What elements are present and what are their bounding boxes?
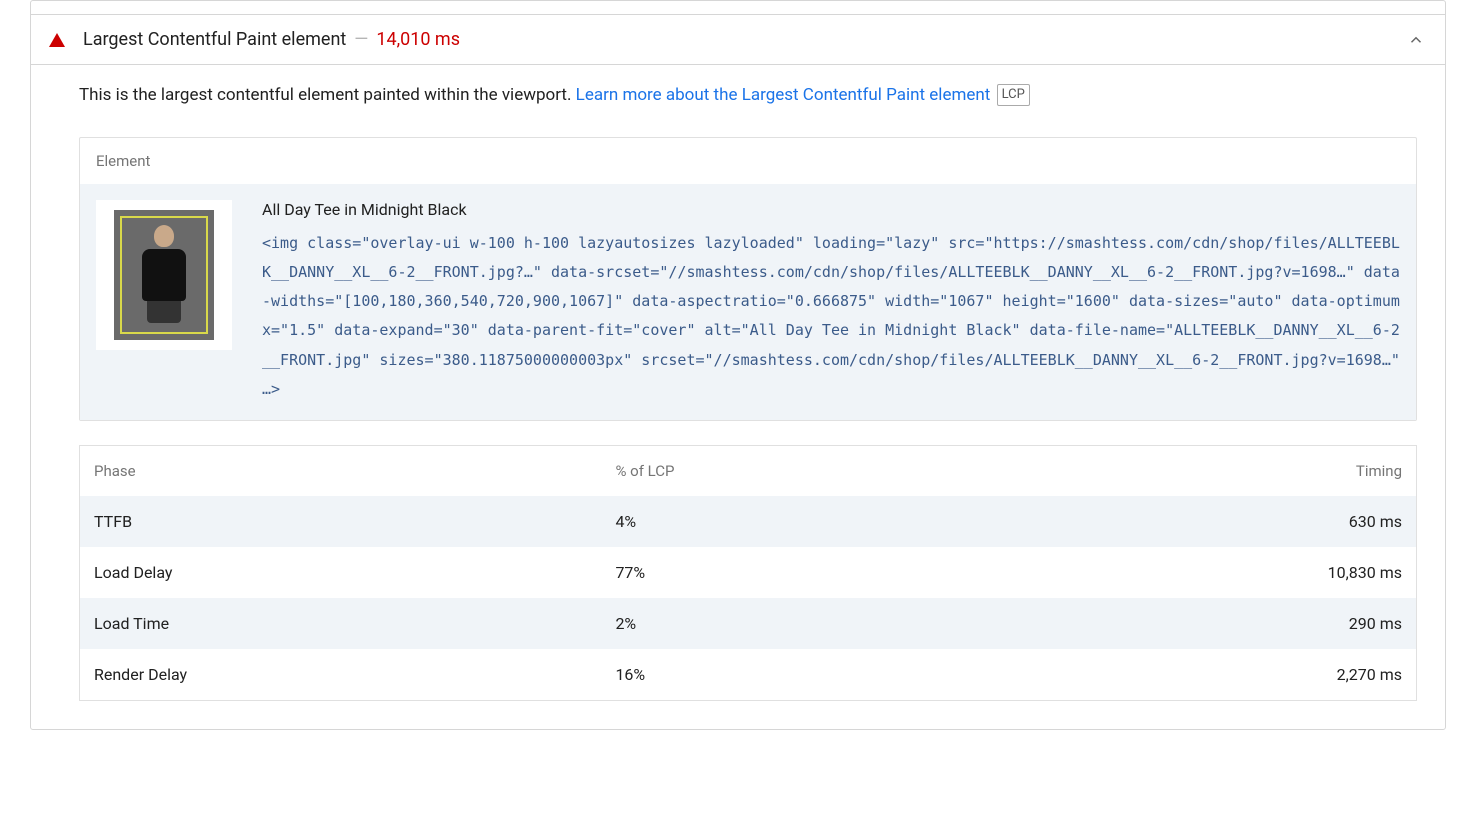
- col-pct: % of LCP: [601, 446, 975, 497]
- table-row: Load Delay 77% 10,830 ms: [80, 547, 1417, 598]
- phase-header-row: Phase % of LCP Timing: [80, 446, 1417, 497]
- description-text: This is the largest contentful element p…: [79, 85, 576, 105]
- audit-separator: —: [354, 29, 368, 50]
- element-snippet: <img class="overlay-ui w-100 h-100 lazya…: [262, 229, 1400, 405]
- table-row: Render Delay 16% 2,270 ms: [80, 649, 1417, 701]
- phase-name: Render Delay: [80, 649, 602, 701]
- thumbnail-person-icon: [139, 225, 189, 325]
- element-row[interactable]: All Day Tee in Midnight Black <img class…: [80, 184, 1416, 421]
- audit-title: Largest Contentful Paint element: [83, 29, 346, 50]
- chevron-up-icon[interactable]: [1407, 31, 1425, 49]
- phase-pct: 77%: [601, 547, 975, 598]
- phase-timing: 630 ms: [975, 496, 1417, 547]
- element-table: Element All Day Tee in Midnight Black <i: [79, 137, 1417, 422]
- phase-table: Phase % of LCP Timing TTFB 4% 630 ms Loa…: [79, 445, 1417, 701]
- audit-body: This is the largest contentful element p…: [31, 65, 1445, 729]
- phase-name: Load Time: [80, 598, 602, 649]
- phase-pct: 4%: [601, 496, 975, 547]
- col-timing: Timing: [975, 446, 1417, 497]
- learn-more-link[interactable]: Learn more about the Largest Contentful …: [576, 85, 991, 105]
- phase-timing: 10,830 ms: [975, 547, 1417, 598]
- element-thumbnail: [96, 200, 232, 350]
- audit-header[interactable]: Largest Contentful Paint element — 14,01…: [31, 15, 1445, 65]
- phase-pct: 16%: [601, 649, 975, 701]
- element-node-label: All Day Tee in Midnight Black: [262, 200, 1400, 219]
- phase-timing: 2,270 ms: [975, 649, 1417, 701]
- phase-name: TTFB: [80, 496, 602, 547]
- table-row: Load Time 2% 290 ms: [80, 598, 1417, 649]
- warning-triangle-icon: [49, 33, 65, 47]
- lcp-tag: LCP: [997, 84, 1030, 106]
- table-row: TTFB 4% 630 ms: [80, 496, 1417, 547]
- audit-value: 14,010 ms: [376, 29, 460, 50]
- phase-timing: 290 ms: [975, 598, 1417, 649]
- col-phase: Phase: [80, 446, 602, 497]
- previous-section-edge: [31, 1, 1445, 15]
- phase-name: Load Delay: [80, 547, 602, 598]
- audit-description: This is the largest contentful element p…: [79, 83, 1417, 109]
- phase-pct: 2%: [601, 598, 975, 649]
- audit-panel: Largest Contentful Paint element — 14,01…: [30, 0, 1446, 730]
- element-header: Element: [80, 138, 1416, 184]
